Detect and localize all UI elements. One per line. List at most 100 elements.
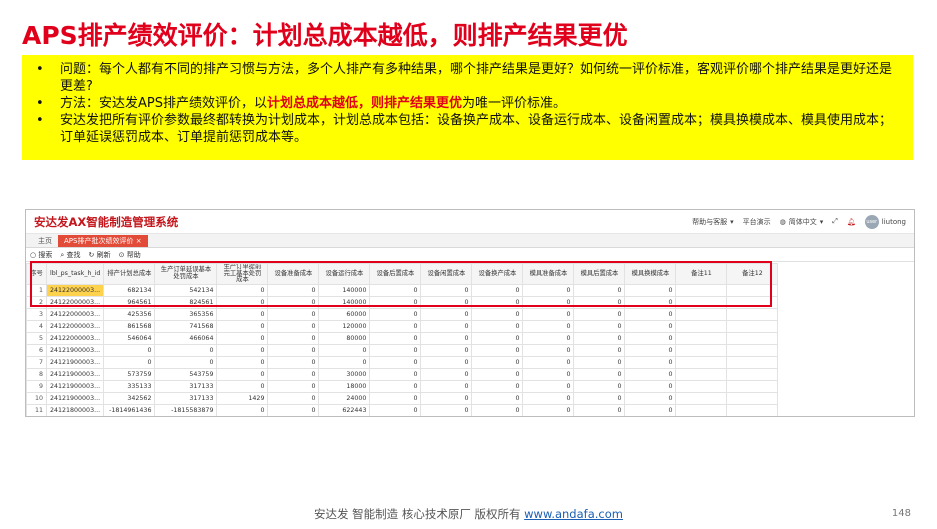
table-cell[interactable] bbox=[726, 391, 779, 405]
col-header[interactable]: 生产订单提前完工基本处罚成本 bbox=[216, 263, 269, 285]
table-cell[interactable]: 0 bbox=[522, 415, 575, 416]
table-cell[interactable]: 0 bbox=[369, 331, 422, 345]
close-icon[interactable]: × bbox=[136, 237, 142, 245]
table-cell[interactable]: 0 bbox=[624, 415, 677, 416]
table-cell[interactable]: 0 bbox=[420, 379, 473, 393]
table-cell[interactable]: 24121800003... bbox=[45, 403, 105, 416]
table-cell[interactable] bbox=[675, 319, 728, 333]
table-cell[interactable]: 24121900003... bbox=[45, 343, 105, 357]
table-row[interactable]: 9 24121900003... 335133 317133 0 0 18000 0 0 0 0 0 0 bbox=[26, 379, 779, 393]
table-cell[interactable]: 0 bbox=[103, 343, 156, 357]
table-cell[interactable]: 0 bbox=[369, 295, 422, 309]
table-cell[interactable]: 0 bbox=[369, 379, 422, 393]
table-cell[interactable]: 140000 bbox=[318, 283, 371, 297]
table-cell[interactable]: 24122000003... bbox=[45, 307, 105, 321]
col-header[interactable]: 模具准备成本 bbox=[522, 263, 575, 285]
tab-aps-evaluation[interactable]: APS排产批次绩效评价 × bbox=[58, 235, 148, 247]
table-cell[interactable]: 0 bbox=[471, 319, 524, 333]
table-cell[interactable]: 0 bbox=[216, 415, 269, 416]
table-cell[interactable]: 466064 bbox=[154, 331, 218, 345]
table-cell[interactable]: 0 bbox=[154, 355, 218, 369]
table-cell[interactable]: 0 bbox=[624, 355, 677, 369]
table-cell[interactable]: 0 bbox=[216, 283, 269, 297]
table-cell[interactable]: 0 bbox=[522, 391, 575, 405]
table-cell[interactable]: 24121900003... bbox=[45, 391, 105, 405]
table-cell[interactable]: 24000 bbox=[318, 391, 371, 405]
table-cell[interactable]: 0 bbox=[522, 283, 575, 297]
demo-menu[interactable]: 平台演示 bbox=[743, 217, 771, 227]
col-header[interactable]: 设备后置成本 bbox=[369, 263, 422, 285]
table-cell[interactable]: 0 bbox=[420, 355, 473, 369]
table-cell[interactable]: 0 bbox=[624, 367, 677, 381]
user-menu[interactable]: user liutong bbox=[864, 214, 906, 229]
table-row[interactable]: 3 24122000003... 425356 365356 0 0 60000 0 0 0 0 0 0 bbox=[26, 307, 779, 321]
table-row[interactable]: 1 24122000003... 682134 542134 0 0 140000 0 0 0 0 0… bbox=[26, 283, 779, 297]
table-cell[interactable]: 335133 bbox=[103, 379, 156, 393]
table-row[interactable]: 6 24121900003... 0 0 0 0 0 0 0 0 0 0 0 bbox=[26, 343, 779, 357]
table-cell[interactable]: 0 bbox=[216, 331, 269, 345]
table-cell[interactable]: 24121800003... bbox=[45, 415, 105, 416]
table-cell[interactable]: 0 bbox=[369, 367, 422, 381]
table-cell[interactable]: 0 bbox=[573, 283, 626, 297]
table-cell[interactable]: 0 bbox=[420, 367, 473, 381]
language-menu[interactable]: ◍ 简体中文 ▾ bbox=[780, 217, 824, 227]
table-cell[interactable]: 0 bbox=[420, 403, 473, 416]
col-header[interactable]: 序号 bbox=[26, 263, 47, 285]
table-cell[interactable]: 0 bbox=[369, 391, 422, 405]
table-cell[interactable] bbox=[675, 403, 728, 416]
table-cell[interactable]: 861568 bbox=[103, 319, 156, 333]
table-cell[interactable]: 24121900003... bbox=[45, 379, 105, 393]
table-cell[interactable]: 342562 bbox=[103, 391, 156, 405]
table-cell[interactable]: 573759 bbox=[103, 367, 156, 381]
search-button[interactable]: ○ 搜索 bbox=[30, 250, 52, 260]
table-cell[interactable] bbox=[726, 295, 779, 309]
table-cell[interactable]: 0 bbox=[573, 379, 626, 393]
table-cell[interactable]: 0 bbox=[216, 367, 269, 381]
col-header[interactable]: 设备运行成本 bbox=[318, 263, 371, 285]
help-button[interactable]: ⊙ 帮助 bbox=[119, 250, 141, 260]
table-cell[interactable] bbox=[675, 283, 728, 297]
table-cell[interactable]: 0 bbox=[573, 403, 626, 416]
table-cell[interactable]: 0 bbox=[318, 415, 371, 416]
table-cell[interactable]: 0 bbox=[471, 307, 524, 321]
table-cell[interactable]: 741568 bbox=[154, 319, 218, 333]
table-cell[interactable]: 0 bbox=[420, 415, 473, 416]
table-cell[interactable]: 0 bbox=[267, 355, 320, 369]
table-cell[interactable]: 0 bbox=[522, 403, 575, 416]
table-cell[interactable]: 0 bbox=[471, 331, 524, 345]
table-cell[interactable] bbox=[726, 307, 779, 321]
col-header[interactable]: 备注12 bbox=[726, 263, 779, 285]
table-cell[interactable]: 0 bbox=[522, 307, 575, 321]
table-cell[interactable]: 0 bbox=[573, 295, 626, 309]
table-cell[interactable] bbox=[726, 343, 779, 357]
table-cell[interactable]: 0 bbox=[471, 367, 524, 381]
table-cell[interactable]: 0 bbox=[624, 307, 677, 321]
table-cell[interactable]: 0 bbox=[267, 379, 320, 393]
table-cell[interactable]: 0 bbox=[420, 307, 473, 321]
table-cell[interactable]: 0 bbox=[267, 391, 320, 405]
table-cell[interactable]: 317133 bbox=[154, 391, 218, 405]
table-cell[interactable] bbox=[675, 379, 728, 393]
table-cell[interactable]: 1429 bbox=[216, 391, 269, 405]
table-cell[interactable]: 24122000003... bbox=[45, 283, 105, 297]
table-cell[interactable] bbox=[675, 355, 728, 369]
table-cell[interactable] bbox=[675, 391, 728, 405]
table-cell[interactable] bbox=[675, 295, 728, 309]
table-row[interactable]: 2 24122000003... 964561 824561 0 0 140000 0 0 0 0 0… bbox=[26, 295, 779, 309]
table-cell[interactable]: 0 bbox=[154, 343, 218, 357]
table-cell[interactable]: 18000 bbox=[318, 379, 371, 393]
table-cell[interactable]: 0 bbox=[624, 283, 677, 297]
table-cell[interactable]: 0 bbox=[573, 415, 626, 416]
table-cell[interactable]: 0 bbox=[369, 283, 422, 297]
table-cell[interactable]: 0 bbox=[573, 331, 626, 345]
table-cell[interactable]: 0 bbox=[267, 295, 320, 309]
table-cell[interactable]: 0 bbox=[369, 415, 422, 416]
table-cell[interactable]: 0 bbox=[420, 319, 473, 333]
table-cell[interactable] bbox=[726, 403, 779, 416]
col-header[interactable]: 模具换模成本 bbox=[624, 263, 677, 285]
col-header[interactable]: 设备闲置成本 bbox=[420, 263, 473, 285]
table-cell[interactable]: 0 bbox=[471, 355, 524, 369]
table-cell[interactable] bbox=[675, 343, 728, 357]
table-cell[interactable]: 30000 bbox=[318, 367, 371, 381]
table-cell[interactable]: 0 bbox=[369, 319, 422, 333]
